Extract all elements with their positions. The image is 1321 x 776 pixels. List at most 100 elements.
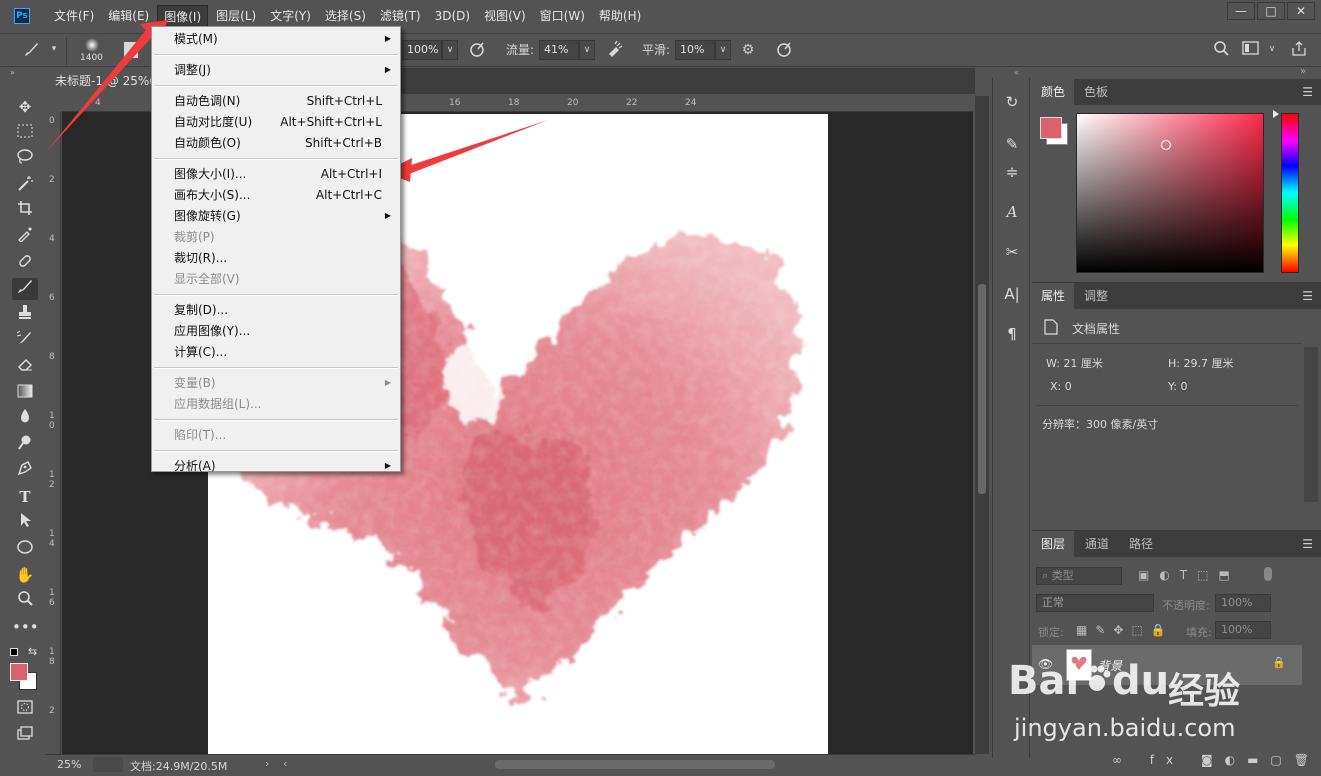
flow-dropdown[interactable]: ∨: [579, 40, 595, 60]
menu-item[interactable]: 编辑(E): [102, 5, 155, 27]
close-button[interactable]: ✕: [1287, 2, 1315, 20]
foreground-color-swatch[interactable]: [10, 663, 28, 681]
brush-panel-icon[interactable]: [124, 42, 138, 58]
horizontal-scrollbar-thumb[interactable]: [495, 760, 775, 769]
layer-filter-select[interactable]: ⌕ 类型: [1036, 567, 1122, 585]
status-menu-arrow-icon[interactable]: ›: [265, 757, 269, 770]
search-icon[interactable]: [1211, 40, 1231, 60]
pen-tool-icon[interactable]: [12, 460, 38, 482]
image-menu-item[interactable]: 自动对比度(U) Alt+Shift+Ctrl+L: [152, 112, 400, 132]
smoothing-dropdown[interactable]: ∨: [715, 40, 731, 60]
panel-menu-icon[interactable]: ☰: [1302, 537, 1313, 551]
visibility-eye-icon[interactable]: 👁: [1038, 657, 1053, 671]
tab-paths[interactable]: 路径: [1120, 531, 1162, 557]
airbrush-icon[interactable]: [604, 40, 624, 60]
vertical-scrollbar[interactable]: [975, 96, 989, 754]
menu-item[interactable]: 滤镜(T): [374, 5, 427, 27]
menu-item[interactable]: 图层(L): [210, 5, 262, 27]
document-tab[interactable]: 未标题-1 @ 25%(: [45, 68, 155, 94]
layer-actions-bar[interactable]: ∞ fx ◙◐▬▢🗑: [1112, 753, 1321, 767]
menu-item[interactable]: 图像(I): [157, 4, 209, 27]
swap-colors-icon[interactable]: ⇆: [28, 645, 37, 658]
filter-toggle[interactable]: [1264, 567, 1272, 581]
tab-color[interactable]: 颜色: [1032, 79, 1075, 105]
history-panel-icon[interactable]: ↻: [1002, 92, 1022, 112]
brush-tool-icon[interactable]: [12, 278, 38, 300]
pressure-size-icon[interactable]: [774, 40, 794, 60]
tool-preset-dropdown[interactable]: ▾: [46, 40, 62, 60]
pressure-opacity-icon[interactable]: [467, 40, 487, 60]
tab-properties[interactable]: 属性: [1032, 283, 1075, 309]
panel-menu-icon[interactable]: ☰: [1302, 85, 1313, 99]
image-menu-item[interactable]: 调整(J) ▶: [152, 60, 400, 80]
panel-menu-icon[interactable]: ☰: [1302, 289, 1313, 303]
image-menu-item[interactable]: 应用图像(Y)...: [152, 321, 400, 341]
minimize-button[interactable]: —: [1227, 2, 1255, 20]
layer-fill-input[interactable]: 100%: [1215, 621, 1271, 639]
more-tools-icon[interactable]: •••: [12, 616, 39, 638]
scrollbar-thumb[interactable]: [978, 284, 986, 494]
zoom-field[interactable]: [93, 757, 123, 772]
dodge-tool-icon[interactable]: [12, 434, 38, 456]
menu-item[interactable]: 3D(D): [429, 5, 476, 27]
brush-settings-icon[interactable]: ✎: [1002, 134, 1022, 154]
lock-icons[interactable]: ▦✎✥⬚🔒: [1076, 623, 1174, 637]
image-menu-item[interactable]: 自动色调(N) Shift+Ctrl+L: [152, 91, 400, 111]
type-tool-icon[interactable]: T: [12, 486, 38, 508]
marquee-tool-icon[interactable]: [12, 122, 38, 144]
hue-slider[interactable]: [1281, 113, 1299, 273]
eraser-tool-icon[interactable]: [12, 356, 38, 378]
layer-row[interactable]: 👁 背景 🔒: [1032, 645, 1302, 685]
menu-item[interactable]: 文字(Y): [264, 5, 317, 27]
history-brush-tool-icon[interactable]: [12, 330, 38, 352]
image-menu-item[interactable]: 裁切(R)...: [152, 248, 400, 268]
menu-item[interactable]: 视图(V): [478, 5, 532, 27]
eyedropper-tool-icon[interactable]: [12, 226, 38, 248]
tab-swatches[interactable]: 色板: [1075, 79, 1117, 105]
collapse-toolbar-icon[interactable]: »: [10, 68, 15, 77]
maximize-button[interactable]: □: [1257, 2, 1285, 20]
collapse-panels-icon[interactable]: »: [1300, 66, 1306, 77]
screen-mode-icon[interactable]: [12, 724, 38, 746]
workspace-dropdown[interactable]: ∨: [1264, 40, 1280, 60]
opacity-dropdown[interactable]: ∨: [442, 40, 458, 60]
image-menu-item[interactable]: 分析(A) ▶: [152, 456, 400, 476]
share-icon[interactable]: [1289, 40, 1309, 60]
image-menu-item[interactable]: 复制(D)...: [152, 300, 400, 320]
gear-icon[interactable]: ⚙: [738, 40, 758, 60]
move-tool-icon[interactable]: ✥: [12, 96, 38, 118]
gradient-tool-icon[interactable]: [12, 382, 38, 404]
workspace-icon[interactable]: [1241, 40, 1261, 60]
collapse-strip-icon[interactable]: «: [1014, 68, 1032, 78]
hue-slider-handle[interactable]: [1273, 110, 1279, 118]
hand-tool-icon[interactable]: ✋: [12, 564, 38, 586]
layer-name[interactable]: 背景: [1098, 657, 1122, 674]
menu-item[interactable]: 窗口(W): [534, 5, 591, 27]
paragraph-icon[interactable]: ¶: [1002, 324, 1022, 344]
image-menu-item[interactable]: 图像大小(I)... Alt+Ctrl+I: [152, 164, 400, 184]
zoom-tool-icon[interactable]: [12, 590, 38, 612]
adjust-sliders-icon[interactable]: ≑: [1002, 162, 1022, 182]
path-selection-tool-icon[interactable]: [12, 512, 38, 534]
lasso-tool-icon[interactable]: [12, 148, 38, 170]
menu-item[interactable]: 帮助(H): [593, 5, 647, 27]
properties-scrollbar[interactable]: [1304, 347, 1318, 502]
menu-item[interactable]: 文件(F): [48, 5, 100, 27]
healing-brush-tool-icon[interactable]: [12, 252, 38, 274]
menu-item[interactable]: 选择(S): [319, 5, 372, 27]
zoom-level[interactable]: 25%: [57, 758, 81, 771]
image-menu-item[interactable]: 模式(M) ▶: [152, 29, 400, 49]
magic-wand-tool-icon[interactable]: [12, 174, 38, 196]
scroll-left-icon[interactable]: ‹: [283, 757, 287, 770]
layer-opacity-input[interactable]: 100%: [1215, 594, 1271, 612]
tab-adjustments[interactable]: 调整: [1075, 283, 1117, 309]
image-menu-item[interactable]: 图像旋转(G) ▶: [152, 206, 400, 226]
blur-tool-icon[interactable]: [12, 408, 38, 430]
tab-channels[interactable]: 通道: [1076, 531, 1118, 557]
ellipse-tool-icon[interactable]: [12, 538, 38, 560]
brush-preview-icon[interactable]: [80, 37, 104, 53]
brush-tool-icon[interactable]: [22, 40, 42, 60]
color-picker-cursor[interactable]: [1161, 140, 1171, 150]
character-panel-icon[interactable]: A: [1002, 202, 1022, 222]
layer-filter-icons[interactable]: ▣◐T⬚⬒: [1138, 568, 1240, 582]
